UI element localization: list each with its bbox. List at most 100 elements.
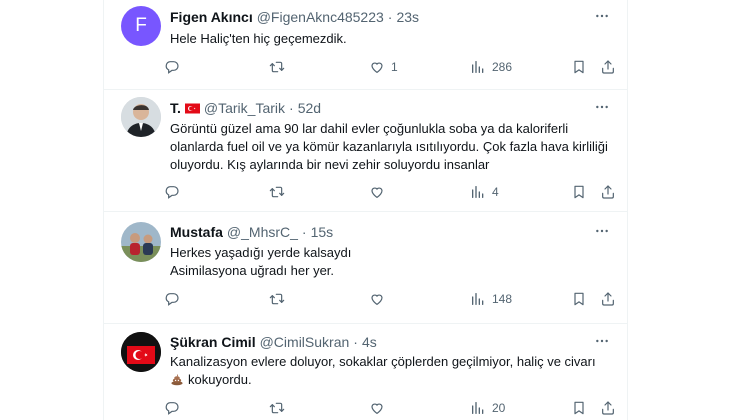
reply-icon (164, 59, 180, 75)
tweet-line-with-emoji: kokuyordu. (170, 371, 607, 389)
separator-dot: · (301, 224, 307, 240)
tweet-header: Şükran Cimil @CimilSukran · 4s (170, 332, 615, 352)
share-icon (600, 184, 616, 200)
share-button[interactable] (600, 56, 616, 78)
avatar-photo (121, 222, 161, 262)
share-button[interactable] (600, 397, 616, 419)
like-button[interactable] (369, 288, 391, 310)
user-handle[interactable]: @CimilSukran (260, 334, 350, 350)
heart-icon (369, 184, 385, 200)
tweet-line: olanlarda fuel oil ve ya kömür kazanları… (170, 139, 608, 154)
timestamp[interactable]: 15s (311, 224, 334, 240)
action-bar: 148 (164, 288, 614, 310)
more-icon[interactable] (593, 222, 611, 240)
bookmark-button[interactable] (571, 288, 587, 310)
tweet-item[interactable]: F Figen Akıncı @FigenAknc485223 · 23s He… (104, 0, 627, 90)
retweet-button[interactable] (269, 288, 291, 310)
action-bar: 20 (164, 397, 614, 419)
tweet-line: Asimilasyona uğradı her yer. (170, 263, 335, 278)
views-button[interactable]: 148 (470, 288, 512, 310)
retweet-icon (269, 184, 285, 200)
bookmark-icon (571, 59, 587, 75)
user-handle[interactable]: @FigenAknc485223 (257, 9, 384, 25)
user-name[interactable]: T. (170, 100, 181, 116)
poop-emoji (171, 374, 183, 386)
separator-dot: · (353, 334, 358, 350)
views-icon (470, 184, 486, 200)
tweet-text: Kanalizasyon evlere doluyor, sokaklar çö… (170, 353, 607, 389)
bookmark-button[interactable] (571, 181, 587, 203)
more-icon[interactable] (593, 98, 611, 116)
user-name[interactable]: Figen Akıncı (170, 9, 253, 25)
bookmark-icon (571, 184, 587, 200)
retweet-icon (269, 59, 285, 75)
avatar[interactable] (121, 332, 161, 372)
like-button[interactable] (369, 397, 391, 419)
like-count: 1 (391, 60, 398, 74)
views-icon (470, 291, 486, 307)
timestamp[interactable]: 4s (362, 334, 377, 350)
views-icon (470, 400, 486, 416)
tweet-text: Görüntü güzel ama 90 lar dahil evler çoğ… (170, 120, 608, 174)
share-icon (600, 291, 616, 307)
tweet-header: T. @Tarik_Tarik · 52d (170, 98, 615, 118)
heart-icon (369, 400, 385, 416)
views-count: 20 (492, 401, 506, 415)
views-count: 286 (492, 60, 513, 74)
tweet-item[interactable]: Şükran Cimil @CimilSukran · 4s Kanalizas… (104, 324, 627, 420)
bookmark-button[interactable] (571, 397, 587, 419)
tweet-header: Figen Akıncı @FigenAknc485223 · 23s (170, 7, 615, 27)
views-icon (470, 59, 486, 75)
avatar-photo (121, 97, 161, 137)
action-bar: 4 (164, 181, 614, 203)
tweet-line: kokuyordu. (188, 372, 252, 387)
separator-dot: · (289, 100, 294, 116)
reply-button[interactable] (164, 181, 186, 203)
more-icon[interactable] (593, 7, 611, 25)
like-button[interactable] (369, 181, 391, 203)
share-icon (600, 59, 616, 75)
retweet-button[interactable] (269, 56, 291, 78)
avatar[interactable] (121, 97, 161, 137)
share-icon (600, 400, 616, 416)
tweet-line: Görüntü güzel ama 90 lar dahil evler çoğ… (170, 121, 569, 136)
tweet-text: Herkes yaşadığı yerde kalsaydı Asimilasy… (170, 244, 607, 280)
reply-button[interactable] (164, 288, 186, 310)
user-handle[interactable]: @Tarik_Tarik (204, 100, 285, 116)
bookmark-button[interactable] (571, 56, 587, 78)
bookmark-icon (571, 400, 587, 416)
tweet-item[interactable]: T. @Tarik_Tarik · 52d Görüntü güzel ama … (104, 90, 627, 212)
user-handle[interactable]: @_MhsrC_ (227, 224, 298, 240)
heart-icon (369, 59, 385, 75)
retweet-button[interactable] (269, 181, 291, 203)
heart-icon (369, 291, 385, 307)
views-button[interactable]: 20 (470, 397, 505, 419)
more-icon[interactable] (593, 332, 611, 350)
reply-feed: F Figen Akıncı @FigenAknc485223 · 23s He… (103, 0, 628, 420)
avatar[interactable]: F (121, 6, 161, 46)
retweet-button[interactable] (269, 397, 291, 419)
tweet-line: oluyordu. Kış aylarında bir nevi zehir s… (170, 157, 490, 172)
reply-button[interactable] (164, 56, 186, 78)
views-button[interactable]: 4 (470, 181, 499, 203)
user-name[interactable]: Şükran Cimil (170, 334, 256, 350)
share-button[interactable] (600, 288, 616, 310)
tweet-line: Kanalizasyon evlere doluyor, sokaklar çö… (170, 354, 596, 369)
separator-dot: · (387, 9, 393, 25)
share-button[interactable] (600, 181, 616, 203)
retweet-icon (269, 291, 285, 307)
like-button[interactable]: 1 (369, 56, 398, 78)
tweet-item[interactable]: Mustafa @_MhsrC_ · 15s Herkes yaşadığı y… (104, 212, 627, 324)
retweet-icon (269, 400, 285, 416)
views-button[interactable]: 286 (470, 56, 512, 78)
tweet-text: Hele Haliç'ten hiç geçemezdik. (170, 30, 607, 48)
tweet-line: Hele Haliç'ten hiç geçemezdik. (170, 31, 347, 46)
reply-icon (164, 400, 180, 416)
avatar[interactable] (121, 222, 161, 262)
user-name[interactable]: Mustafa (170, 224, 223, 240)
timestamp[interactable]: 23s (396, 9, 419, 25)
reply-button[interactable] (164, 397, 186, 419)
action-bar: 1 286 (164, 56, 614, 78)
timestamp[interactable]: 52d (298, 100, 321, 116)
tweet-line: Herkes yaşadığı yerde kalsaydı (170, 245, 352, 260)
